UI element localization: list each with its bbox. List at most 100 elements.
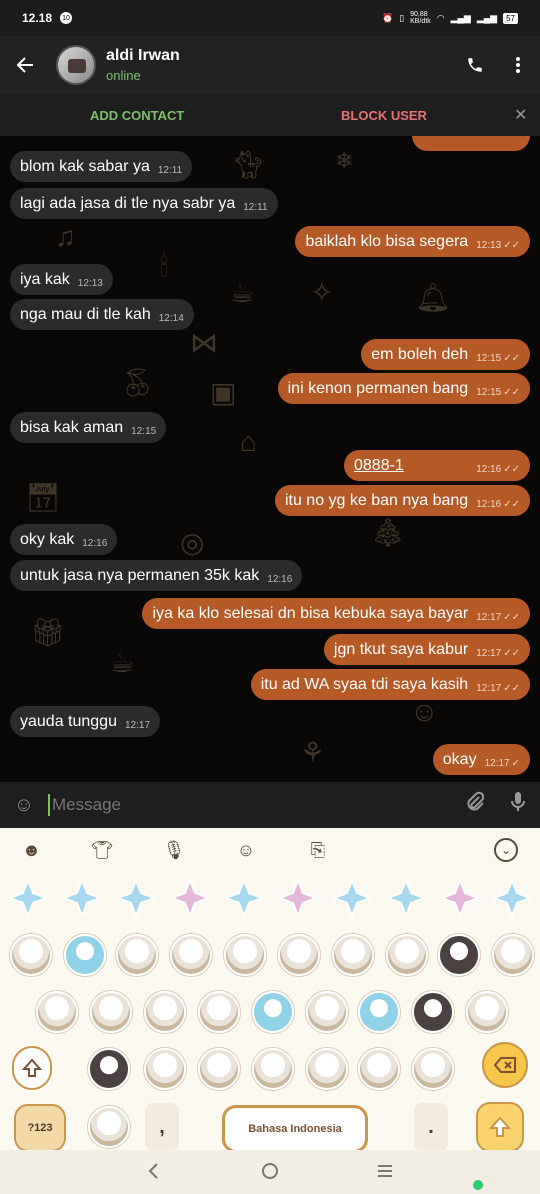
message-time: 12:16 (267, 574, 293, 585)
message-bubble-out[interactable]: itu ad WA syaa tdi saya kasih 12:17 ✓✓ (250, 669, 530, 700)
message-bubble-out[interactable]: baiklah klo bisa segera 12:13 ✓✓ (295, 226, 530, 257)
sticker-key[interactable] (144, 991, 186, 1033)
attach-button[interactable] (452, 791, 496, 819)
sticker-key[interactable] (144, 1048, 186, 1090)
backspace-key[interactable] (482, 1042, 528, 1088)
emoji-button[interactable]: ☺ (0, 794, 48, 817)
star-sticker-icon[interactable] (224, 878, 264, 918)
theme-icon[interactable]: 👕︎ (66, 840, 138, 861)
contact-info[interactable]: aldi Irwan online (106, 47, 180, 83)
more-button[interactable] (498, 36, 538, 94)
sticker-key[interactable] (170, 934, 212, 976)
sticker-key[interactable] (10, 934, 52, 976)
message-bubble-in[interactable]: yauda tunggu 12:17 (10, 706, 161, 737)
snowflake-icon: ❄ (335, 148, 354, 173)
message-bubble-in[interactable]: lagi ada jasa di tle nya sabr ya 12:11 (10, 188, 278, 219)
star-sticker-icon[interactable] (440, 878, 480, 918)
message-input[interactable]: Message (48, 794, 452, 816)
sticker-key[interactable] (88, 1048, 130, 1090)
backspace-icon (494, 1057, 516, 1073)
message-bubble-out[interactable]: okay 12:17 ✓ (432, 744, 530, 775)
period-key[interactable]: . (414, 1103, 448, 1151)
microphone-icon (511, 792, 525, 811)
double-check-icon: ✓✓ (503, 683, 520, 694)
sticker-key[interactable] (224, 934, 266, 976)
message-bubble-out[interactable]: itu no yg ke ban nya bang 12:16 ✓✓ (274, 485, 530, 516)
star-sticker-icon[interactable] (116, 878, 156, 918)
message-time: 12:15 (131, 426, 157, 437)
sticker-key[interactable] (332, 934, 374, 976)
sticker-key[interactable] (412, 1048, 454, 1090)
sticker-key[interactable] (306, 991, 348, 1033)
sticker-key[interactable] (90, 991, 132, 1033)
star-sticker-icon[interactable] (492, 878, 532, 918)
message-bubble-in[interactable]: iya kak 12:13 (10, 264, 113, 295)
comma-key[interactable]: , (145, 1103, 179, 1151)
message-text: okay (442, 750, 477, 768)
message-bubble-in[interactable]: blom kak sabar ya 12:11 (10, 151, 193, 182)
contact-name: aldi Irwan (106, 47, 180, 64)
back-button[interactable] (0, 36, 50, 94)
voice-button[interactable] (496, 791, 540, 819)
sticker-key[interactable] (88, 1106, 130, 1148)
block-user-button[interactable]: BLOCK USER (341, 108, 427, 123)
message-bubble-out[interactable]: em boleh deh 12:15 ✓✓ (361, 339, 530, 370)
shift-key[interactable] (12, 1046, 52, 1090)
message-text: em boleh deh (371, 345, 469, 363)
sticker-key[interactable] (64, 934, 106, 976)
star-sticker-icon[interactable] (170, 878, 210, 918)
home-nav-icon[interactable] (261, 1162, 279, 1185)
message-list[interactable]: 🐈︎ ♫ ❄ 🕯︎ ☕︎ ✧ 🔔︎ ⋈ 🍒︎ ▣ ⌂ 📅︎ ◎ 🎄︎ 🎁︎ ☕︎… (0, 136, 540, 782)
star-sticker-icon[interactable] (62, 878, 102, 918)
message-bubble-in[interactable]: oky kak 12:16 (10, 524, 118, 555)
space-key[interactable]: Bahasa Indonesia (222, 1105, 368, 1153)
star-doodle-icon: ✧ (310, 277, 334, 308)
recents-nav-icon[interactable] (376, 1162, 394, 1185)
star-sticker-icon[interactable] (332, 878, 372, 918)
sticker-key[interactable] (36, 991, 78, 1033)
arrow-left-icon (16, 57, 33, 73)
sticker-key[interactable] (252, 991, 294, 1033)
message-time: 12:15 (476, 353, 502, 364)
sticker-key[interactable] (358, 1048, 400, 1090)
sticker-key[interactable] (492, 934, 534, 976)
keyboard-mic-icon[interactable]: 🎙︎ (138, 840, 210, 861)
sticker-key[interactable] (412, 991, 454, 1033)
sticker-key[interactable] (198, 991, 240, 1033)
message-bubble-in[interactable]: untuk jasa nya permanen 35k kak 12:16 (10, 560, 303, 591)
star-sticker-icon[interactable] (278, 878, 318, 918)
sticker-key[interactable] (358, 991, 400, 1033)
emoji-keyboard-icon[interactable]: ☻ (22, 840, 66, 861)
sticker-key[interactable] (438, 934, 480, 976)
sticker-icon[interactable]: ☺ (210, 840, 282, 861)
sticker-key[interactable] (278, 934, 320, 976)
message-bubble-out[interactable]: 0888-1 12:16 ✓✓ (344, 450, 530, 481)
cat-doodle-icon: 🐈︎ (230, 149, 266, 180)
back-nav-icon[interactable] (146, 1162, 160, 1185)
close-icon[interactable]: ✕ (514, 105, 527, 125)
message-bubble-in[interactable]: bisa kak aman 12:15 (10, 412, 167, 443)
sticker-key[interactable] (198, 1048, 240, 1090)
message-bubble-out[interactable]: jgn tkut saya kabur 12:17 ✓✓ (323, 634, 530, 665)
message-time: 12:13 (476, 240, 502, 251)
avatar[interactable] (56, 45, 96, 85)
sticker-key[interactable] (116, 934, 158, 976)
clipboard-icon[interactable]: ⎘ (282, 840, 354, 861)
message-text: oky kak (20, 530, 75, 548)
message-bubble-partial (412, 136, 530, 151)
star-sticker-icon[interactable] (386, 878, 426, 918)
message-bubble-out[interactable]: ini kenon permanen bang 12:15 ✓✓ (277, 373, 530, 404)
message-bubble-out[interactable]: iya ka klo selesai dn bisa kebuka saya b… (142, 598, 530, 629)
sticker-key[interactable] (386, 934, 428, 976)
star-sticker-icon[interactable] (8, 878, 48, 918)
sticker-key[interactable] (252, 1048, 294, 1090)
symbols-key[interactable]: ?123 (14, 1104, 66, 1152)
sticker-key[interactable] (466, 991, 508, 1033)
call-button[interactable] (455, 36, 495, 94)
chevron-down-icon[interactable]: ⌄ (494, 838, 518, 862)
add-contact-button[interactable]: ADD CONTACT (90, 108, 184, 123)
sticker-key[interactable] (306, 1048, 348, 1090)
status-time: 12.18 (22, 11, 53, 25)
enter-key[interactable] (476, 1102, 524, 1152)
message-bubble-in[interactable]: nga mau di tle kah 12:14 (10, 299, 194, 330)
